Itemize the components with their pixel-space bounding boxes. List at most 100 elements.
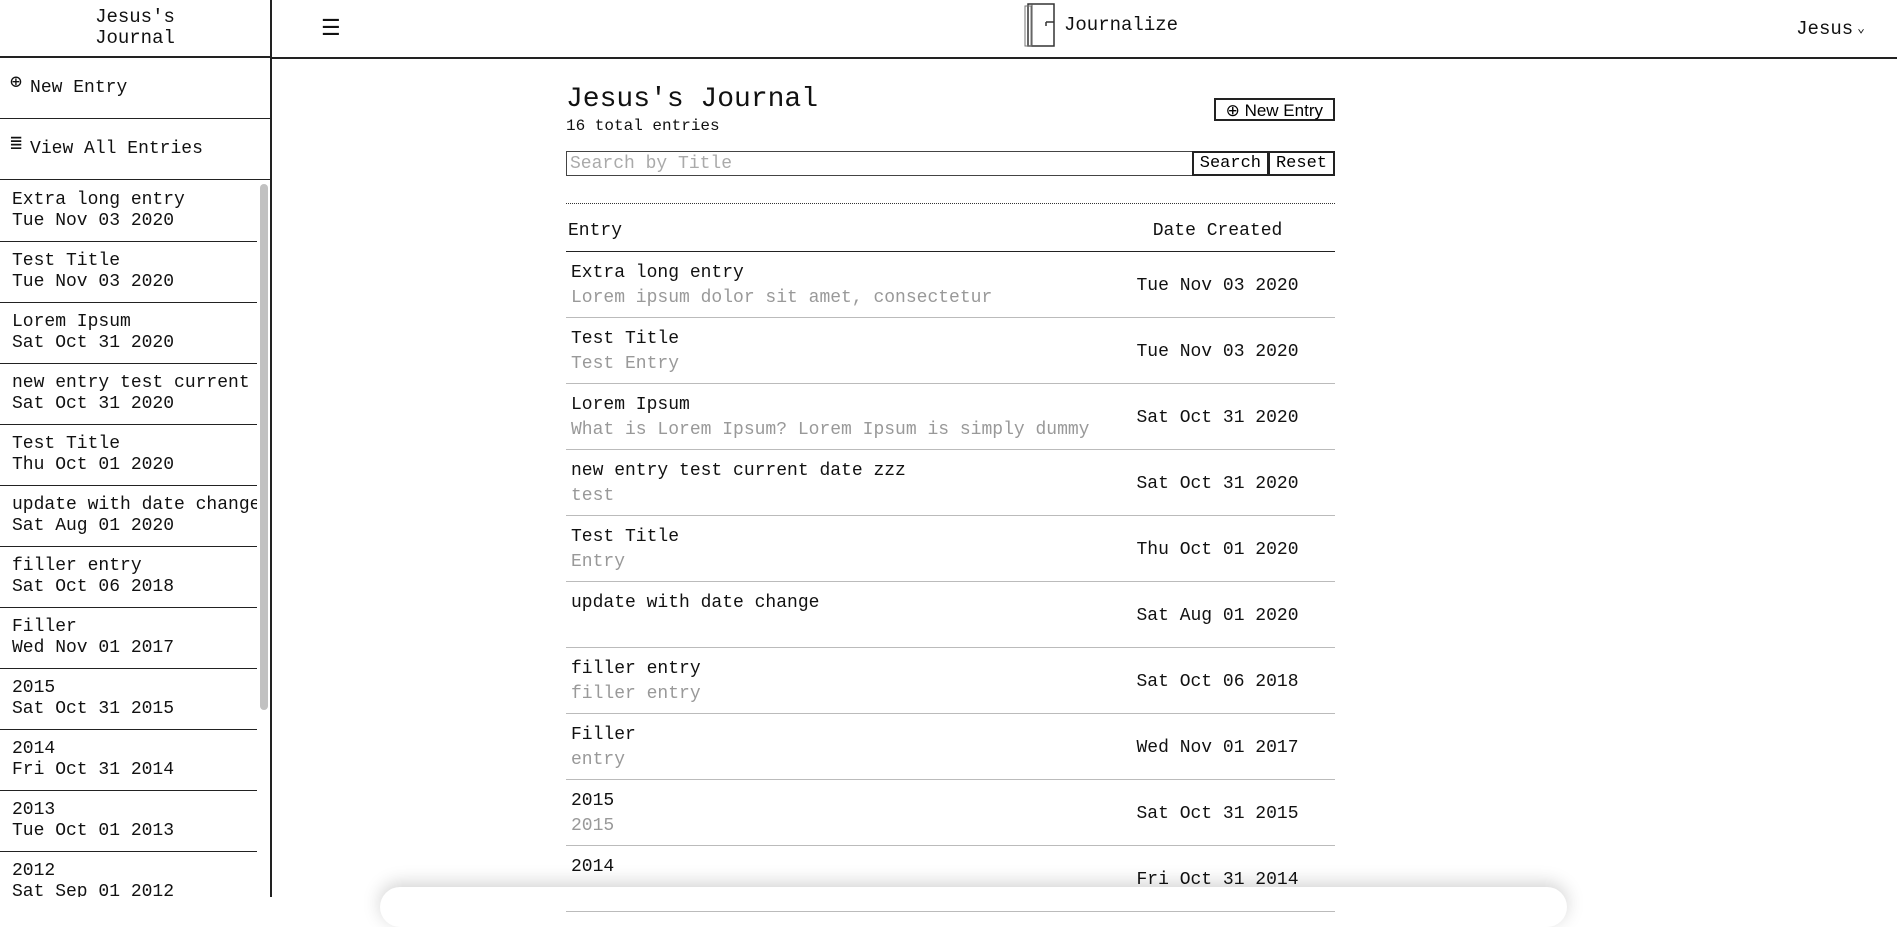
table-row[interactable]: Filler entry Wed Nov 01 2017 xyxy=(566,714,1335,780)
entry-cell: Extra long entry Lorem ipsum dolor sit am… xyxy=(566,252,1100,317)
sidebar-scrollbar[interactable] xyxy=(257,181,270,897)
entry-title[interactable]: 2014 xyxy=(571,855,1100,880)
entry-cell: filler entry filler entry xyxy=(566,648,1100,713)
main-content: Jesus's Journal 16 total entries ⊕ New E… xyxy=(566,84,1335,912)
sidebar-view-all-label: View All Entries xyxy=(30,139,203,159)
table-row[interactable]: Extra long entry Lorem ipsum dolor sit am… xyxy=(566,252,1335,318)
entry-cell: Test Title Test Entry xyxy=(566,318,1100,383)
entry-title[interactable]: Filler xyxy=(571,723,1100,748)
sidebar-entry-title: 2013 xyxy=(12,800,56,820)
sidebar-new-entry-label: New Entry xyxy=(30,78,128,98)
user-menu[interactable]: Jesus ⌄ xyxy=(1796,18,1865,40)
sidebar-view-all[interactable]: ≣ View All Entries xyxy=(0,119,270,180)
sidebar-entry-item[interactable]: 2012 Sat Sep 01 2012 xyxy=(0,852,257,897)
entry-preview: Entry xyxy=(571,552,626,572)
sidebar-entry-item[interactable]: 2013 Tue Oct 01 2013 xyxy=(0,791,257,852)
sidebar-entry-item[interactable]: Test Title Tue Nov 03 2020 xyxy=(0,242,257,303)
table-row[interactable]: update with date change Sat Aug 01 2020 xyxy=(566,582,1335,648)
sidebar: Jesus's Journal ⊕ New Entry ≣ View All E… xyxy=(0,0,272,897)
sidebar-entry-date: Thu Oct 01 2020 xyxy=(12,455,175,475)
entry-title[interactable]: Lorem Ipsum xyxy=(571,393,1100,418)
sidebar-entry-date: Sat Sep 01 2012 xyxy=(12,882,175,897)
entry-title[interactable]: new entry test current date zzz xyxy=(571,459,1100,484)
hamburger-menu-icon[interactable]: ☰ xyxy=(321,16,341,42)
table-row[interactable]: new entry test current date zzz test Sat O… xyxy=(566,450,1335,516)
sidebar-entry-item[interactable]: filler entry Sat Oct 06 2018 xyxy=(0,547,257,608)
sidebar-entry-title: 2014 xyxy=(12,739,56,759)
table-header: Entry Date Created xyxy=(566,204,1335,252)
entry-date: Sat Oct 06 2018 xyxy=(1136,671,1299,692)
entry-cell: 2015 2015 xyxy=(566,780,1100,845)
sidebar-entry-title: new entry test current date zzz xyxy=(12,373,257,393)
table-row[interactable]: filler entry filler entry Sat Oct 06 2018 xyxy=(566,648,1335,714)
entry-preview: Test Entry xyxy=(571,354,680,374)
entry-cell: update with date change xyxy=(566,582,1100,647)
table-row[interactable]: Test Title Entry Thu Oct 01 2020 xyxy=(566,516,1335,582)
sidebar-entry-item[interactable]: Extra long entry Tue Nov 03 2020 xyxy=(0,181,257,242)
entry-date: Wed Nov 01 2017 xyxy=(1136,737,1299,758)
list-icon: ≣ xyxy=(10,133,23,156)
sidebar-entry-title: filler entry xyxy=(12,556,142,576)
sidebar-entry-date: Sat Aug 01 2020 xyxy=(12,516,175,536)
entry-title[interactable]: 2015 xyxy=(571,789,1100,814)
entry-preview: 2015 xyxy=(571,816,615,836)
user-name: Jesus xyxy=(1796,18,1854,40)
entry-preview: Lorem ipsum dolor sit amet, consectetur xyxy=(571,288,993,308)
sidebar-entry-title: Lorem Ipsum xyxy=(12,312,131,332)
table-row[interactable]: Lorem Ipsum What is Lorem Ipsum? Lorem Ip… xyxy=(566,384,1335,450)
search-button[interactable]: Search xyxy=(1191,151,1269,176)
reset-button[interactable]: Reset xyxy=(1267,151,1335,176)
entry-cell: Test Title Entry xyxy=(566,516,1100,581)
sidebar-new-entry[interactable]: ⊕ New Entry xyxy=(0,58,270,119)
entry-preview: entry xyxy=(571,750,626,770)
sidebar-entry-title: 2012 xyxy=(12,861,56,881)
sidebar-entry-item[interactable]: 2015 Sat Oct 31 2015 xyxy=(0,669,257,730)
sidebar-entry-item[interactable]: Test Title Thu Oct 01 2020 xyxy=(0,425,257,486)
entry-title[interactable]: filler entry xyxy=(571,657,1100,682)
entry-title[interactable]: update with date change xyxy=(571,591,1100,616)
column-header-entry: Entry xyxy=(568,220,623,241)
top-header: ☰ Journalize Jesus ⌄ xyxy=(272,0,1897,59)
brand[interactable]: Journalize xyxy=(1024,2,1178,48)
table-row[interactable]: 2015 2015 Sat Oct 31 2015 xyxy=(566,780,1335,846)
sidebar-entry-title: Test Title xyxy=(12,251,121,271)
sidebar-entry-item[interactable]: new entry test current date zzzSat Oct 3… xyxy=(0,364,257,425)
chevron-down-icon: ⌄ xyxy=(1857,21,1865,36)
sidebar-entry-list: Extra long entry Tue Nov 03 2020 Test Titl… xyxy=(0,181,270,897)
sidebar-entry-date: Sat Oct 31 2020 xyxy=(12,333,175,353)
entries-table: Extra long entry Lorem ipsum dolor sit am… xyxy=(566,252,1335,912)
table-row[interactable]: Test Title Test Entry Tue Nov 03 2020 xyxy=(566,318,1335,384)
table-row[interactable]: 2014 Fri Oct 31 2014 xyxy=(566,846,1335,912)
entry-date: Tue Nov 03 2020 xyxy=(1136,275,1299,296)
entry-cell: new entry test current date zzz test xyxy=(566,450,1100,515)
sidebar-entry-item[interactable]: 2014 Fri Oct 31 2014 xyxy=(0,730,257,791)
sidebar-entry-title: Filler xyxy=(12,617,77,637)
new-entry-button[interactable]: ⊕ New Entry xyxy=(1213,98,1335,121)
entry-preview: filler entry xyxy=(571,684,701,704)
entry-cell: Filler entry xyxy=(566,714,1100,779)
entry-date: Tue Nov 03 2020 xyxy=(1136,341,1299,362)
sidebar-entry-date: Sat Oct 31 2015 xyxy=(12,699,175,719)
entry-title[interactable]: Test Title xyxy=(571,327,1100,352)
plus-circle-icon: ⊕ xyxy=(10,72,23,95)
entry-title[interactable]: Test Title xyxy=(571,525,1100,550)
entry-preview: test xyxy=(571,486,615,506)
sidebar-entry-date: Wed Nov 01 2017 xyxy=(12,638,175,658)
search-bar: Search Reset xyxy=(566,151,1335,176)
sidebar-entry-date: Fri Oct 31 2014 xyxy=(12,760,175,780)
sidebar-entry-item[interactable]: Lorem Ipsum Sat Oct 31 2020 xyxy=(0,303,257,364)
sidebar-entry-item[interactable]: update with date change Sat Aug 01 2020 xyxy=(0,486,257,547)
entry-cell: Lorem Ipsum What is Lorem Ipsum? Lorem Ip… xyxy=(566,384,1100,449)
sidebar-entry-date: Sat Oct 31 2020 xyxy=(12,394,175,414)
entry-date: Thu Oct 01 2020 xyxy=(1136,539,1299,560)
sidebar-scrollbar-thumb[interactable] xyxy=(260,184,268,710)
brand-name: Journalize xyxy=(1064,14,1179,36)
entry-date: Sat Oct 31 2020 xyxy=(1136,407,1299,428)
sidebar-entry-title: update with date change xyxy=(12,495,257,515)
entry-title[interactable]: Extra long entry xyxy=(571,261,1100,286)
sidebar-entry-item[interactable]: Filler Wed Nov 01 2017 xyxy=(0,608,257,669)
search-input[interactable] xyxy=(566,151,1193,176)
sidebar-entry-date: Tue Nov 03 2020 xyxy=(12,211,175,231)
sidebar-entry-title: 2015 xyxy=(12,678,56,698)
sidebar-entry-title: Test Title xyxy=(12,434,121,454)
